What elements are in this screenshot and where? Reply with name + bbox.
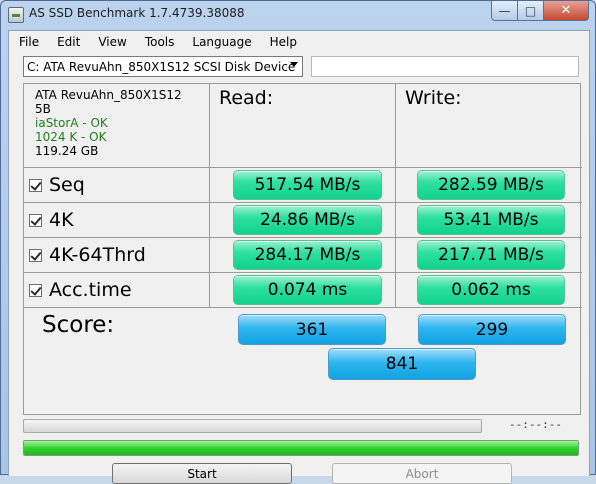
menu-language[interactable]: Language <box>192 35 251 49</box>
title-bar[interactable]: AS SSD Benchmark 1.7.4739.38088 — □ ✕ <box>1 1 595 29</box>
4k-label: 4K <box>49 209 74 231</box>
read-header: Read: <box>210 84 396 168</box>
drive-firmware: 5B <box>35 102 51 116</box>
4k-64thrd-checkbox[interactable] <box>29 248 42 262</box>
menu-edit[interactable]: Edit <box>57 35 80 49</box>
alignment-status: 1024 K - OK <box>35 130 107 144</box>
overall-progress-fill <box>24 441 578 455</box>
seq-write-result: 282.59 MB/s <box>417 170 565 200</box>
menu-help[interactable]: Help <box>270 35 297 49</box>
minimize-button[interactable]: — <box>491 1 518 21</box>
window-title: AS SSD Benchmark 1.7.4739.38088 <box>29 6 245 20</box>
drive-capacity: 119.24 GB <box>35 144 99 158</box>
abort-button[interactable]: Abort <box>332 463 512 484</box>
test-row-seq: Seq 517.54 MB/s 282.59 MB/s <box>24 168 582 203</box>
drive-dropdown-value: C: ATA RevuAhn_850X1S12 SCSI Disk Device <box>27 59 296 74</box>
acc-time-checkbox[interactable] <box>29 283 42 297</box>
maximize-button[interactable]: □ <box>518 1 544 21</box>
app-window: AS SSD Benchmark 1.7.4739.38088 — □ ✕ Fi… <box>0 0 596 484</box>
current-test-progress <box>23 419 482 433</box>
4k-64thrd-read-result: 284.17 MB/s <box>233 240 382 270</box>
window-controls: — □ ✕ <box>491 1 589 21</box>
score-label: Score: <box>42 312 115 338</box>
start-button[interactable]: Start <box>112 463 292 484</box>
minimize-icon: — <box>498 3 511 18</box>
test-label-4k-64thrd: 4K-64Thrd <box>24 238 210 272</box>
drive-path-field[interactable] <box>311 56 579 77</box>
drive-info-panel: ATA RevuAhn_850X1S12 5B iaStorA - OK 102… <box>24 84 210 168</box>
drive-model: ATA RevuAhn_850X1S12 <box>35 88 182 102</box>
close-icon: ✕ <box>560 3 572 18</box>
app-disk-icon <box>8 7 24 23</box>
test-label-acc-time: Acc.time <box>24 273 210 307</box>
elapsed-time: --:--:-- <box>509 418 562 431</box>
score-total: 841 <box>328 348 476 380</box>
score-read: 361 <box>238 314 386 345</box>
score-panel: Score: 361 299 841 <box>24 308 582 416</box>
results-grid: ATA RevuAhn_850X1S12 5B iaStorA - OK 102… <box>23 83 582 416</box>
maximize-icon: □ <box>524 3 537 18</box>
close-button[interactable]: ✕ <box>544 1 589 21</box>
menu-file[interactable]: File <box>19 35 39 49</box>
test-row-4k: 4K 24.86 MB/s 53.41 MB/s <box>24 203 582 238</box>
test-row-4k-64thrd: 4K-64Thrd 284.17 MB/s 217.71 MB/s <box>24 238 582 273</box>
4k-write-result: 53.41 MB/s <box>417 205 565 235</box>
seq-read-result: 517.54 MB/s <box>233 170 382 200</box>
client-area: File Edit View Tools Language Help C: AT… <box>8 30 590 484</box>
driver-status: iaStorA - OK <box>35 116 108 130</box>
acc-time-write-result: 0.062 ms <box>417 275 565 305</box>
4k-64thrd-label: 4K-64Thrd <box>49 244 146 266</box>
test-row-acc-time: Acc.time 0.074 ms 0.062 ms <box>24 273 582 308</box>
4k-64thrd-write-result: 217.71 MB/s <box>417 240 565 270</box>
4k-read-result: 24.86 MB/s <box>233 205 382 235</box>
write-header: Write: <box>396 84 582 168</box>
seq-checkbox[interactable] <box>29 178 42 192</box>
chevron-down-icon <box>290 62 298 67</box>
overall-progress <box>23 440 579 456</box>
acc-time-label: Acc.time <box>49 279 132 301</box>
4k-checkbox[interactable] <box>29 213 42 227</box>
menu-tools[interactable]: Tools <box>145 35 175 49</box>
menu-bar: File Edit View Tools Language Help <box>9 31 589 53</box>
test-label-4k: 4K <box>24 203 210 237</box>
seq-label: Seq <box>49 174 85 196</box>
score-write: 299 <box>418 314 566 345</box>
menu-view[interactable]: View <box>98 35 126 49</box>
test-label-seq: Seq <box>24 168 210 202</box>
acc-time-read-result: 0.074 ms <box>233 275 382 305</box>
drive-dropdown[interactable]: C: ATA RevuAhn_850X1S12 SCSI Disk Device <box>23 56 303 77</box>
